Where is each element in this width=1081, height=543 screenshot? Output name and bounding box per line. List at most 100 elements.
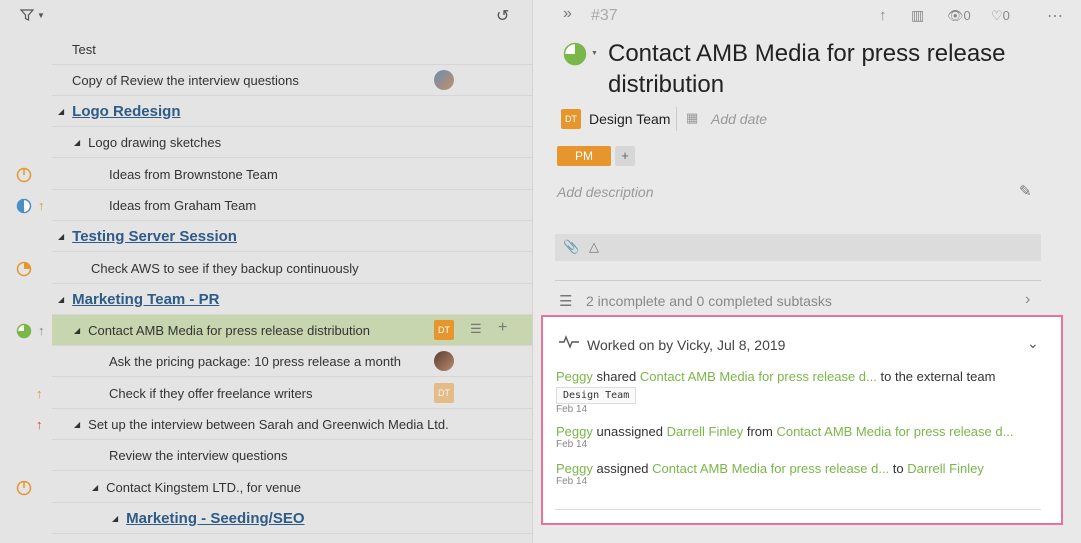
edit-icon[interactable]: ✎ bbox=[1019, 182, 1032, 200]
row-status: ↑ bbox=[16, 409, 43, 440]
add-date[interactable]: Add date bbox=[711, 111, 767, 127]
list-item[interactable]: Review the interview questions bbox=[52, 440, 532, 471]
section-row[interactable]: ◢ Logo Redesign bbox=[52, 96, 532, 127]
subtasks-icon: ☰ bbox=[559, 293, 573, 310]
list-item[interactable]: ◢ Logo drawing sketches bbox=[52, 127, 532, 158]
activity-verb: assigned bbox=[596, 461, 649, 476]
task-title: Check if they offer freelance writers bbox=[109, 385, 313, 401]
section-title[interactable]: Marketing - Seeding/SEO bbox=[126, 510, 304, 527]
task-link[interactable]: Contact AMB Media for press release d... bbox=[640, 369, 877, 384]
subtask-icon[interactable]: ☰ bbox=[470, 321, 482, 337]
list-item[interactable]: Ask the pricing package: 10 press releas… bbox=[52, 346, 532, 377]
add-icon[interactable]: + bbox=[498, 319, 507, 337]
board-icon[interactable]: ▥ bbox=[911, 7, 924, 24]
user-link[interactable]: Peggy bbox=[556, 369, 593, 384]
row-status: ↑ bbox=[16, 378, 43, 409]
views-counter[interactable]: 👁0 bbox=[947, 8, 971, 24]
heart-icon: ♡ bbox=[991, 8, 1003, 23]
activity-item: Peggy unassigned Darrell Finley from Con… bbox=[556, 424, 1036, 450]
collapse-panel-icon[interactable]: » bbox=[563, 5, 572, 23]
collapse-icon[interactable]: ◢ bbox=[58, 295, 64, 304]
task-title: Contact Kingstem LTD., for venue bbox=[106, 479, 302, 495]
collapse-icon[interactable]: ◢ bbox=[112, 514, 118, 523]
list-item[interactable]: Test bbox=[52, 34, 532, 65]
team-tag: Design Team bbox=[556, 387, 637, 404]
section-title[interactable]: Marketing Team - PR bbox=[72, 291, 219, 308]
add-description[interactable]: Add description bbox=[557, 184, 654, 200]
task-title: Copy of Review the interview questions bbox=[72, 72, 299, 88]
progress-icon[interactable] bbox=[563, 42, 587, 66]
user-link[interactable]: Peggy bbox=[556, 461, 593, 476]
list-item[interactable]: ◢ Contact Kingstem LTD., for venue bbox=[52, 472, 532, 503]
section-row[interactable]: ◢ Marketing Team - PR bbox=[52, 284, 532, 315]
task-title: Test bbox=[72, 41, 96, 57]
user-link[interactable]: Darrell Finley bbox=[907, 461, 984, 476]
task-title: Review the interview questions bbox=[109, 447, 288, 463]
tag-pm[interactable]: PM bbox=[557, 146, 611, 166]
list-item[interactable]: Copy of Review the interview questions bbox=[52, 65, 532, 96]
activity-date: Feb 14 bbox=[556, 439, 588, 450]
team-badge: DT bbox=[561, 109, 581, 129]
chevron-right-icon[interactable]: › bbox=[1025, 291, 1030, 309]
collapse-icon[interactable]: ◢ bbox=[58, 107, 64, 116]
list-item[interactable]: ◢ Set up the interview between Sarah and … bbox=[52, 409, 532, 440]
list-item[interactable]: Check if they offer freelance writers DT bbox=[52, 378, 532, 409]
task-title: Check AWS to see if they backup continuo… bbox=[91, 260, 359, 276]
subtasks-summary[interactable]: 2 incomplete and 0 completed subtasks bbox=[586, 293, 832, 309]
team-badge: DT bbox=[434, 383, 454, 403]
chevron-down-icon[interactable]: ⌄ bbox=[1027, 335, 1039, 352]
user-link[interactable]: Peggy bbox=[556, 424, 593, 439]
attachments-bar: 📎 △ bbox=[555, 234, 1041, 261]
list-item[interactable]: Ideas from Brownstone Team bbox=[52, 159, 532, 190]
task-number: #37 bbox=[591, 7, 618, 24]
progress-icon bbox=[16, 480, 32, 495]
avatar bbox=[434, 351, 454, 371]
list-toolbar: ▼ ↺ bbox=[0, 0, 532, 32]
chevron-down-icon: ▼ bbox=[37, 10, 45, 20]
collapse-icon[interactable]: ◢ bbox=[74, 326, 80, 335]
more-icon[interactable]: ⋯ bbox=[1047, 6, 1063, 26]
activity-date: Feb 14 bbox=[556, 404, 588, 415]
chevron-down-icon[interactable]: ▼ bbox=[591, 50, 598, 57]
task-title[interactable]: Contact AMB Media for press release dist… bbox=[608, 38, 1028, 100]
progress-icon bbox=[16, 167, 32, 182]
row-status: ↑ bbox=[16, 190, 45, 221]
task-title: Ideas from Brownstone Team bbox=[109, 166, 278, 182]
views-count: 0 bbox=[963, 8, 971, 23]
filter-button[interactable]: ▼ bbox=[20, 8, 45, 22]
user-link[interactable]: Darrell Finley bbox=[667, 424, 744, 439]
collapse-icon[interactable]: ◢ bbox=[92, 483, 98, 492]
activity-icon bbox=[559, 335, 579, 352]
activity-panel: Worked on by Vicky, Jul 8, 2019 ⌄ Peggy … bbox=[541, 315, 1063, 525]
collapse-icon[interactable]: ◢ bbox=[58, 232, 64, 241]
row-status bbox=[16, 253, 32, 284]
move-up-icon[interactable]: ↑ bbox=[879, 7, 887, 24]
task-title: Ideas from Graham Team bbox=[109, 197, 257, 213]
collapse-icon[interactable]: ◢ bbox=[74, 138, 80, 147]
list-item[interactable]: Check AWS to see if they backup continuo… bbox=[52, 253, 532, 284]
list-item-selected[interactable]: ◢ Contact AMB Media for press release dis… bbox=[52, 315, 532, 346]
task-link[interactable]: Contact AMB Media for press release d... bbox=[776, 424, 1013, 439]
progress-icon bbox=[16, 198, 32, 213]
list-item[interactable]: Ideas from Graham Team bbox=[52, 190, 532, 221]
section-row[interactable]: ◢ Marketing - Seeding/SEO bbox=[52, 503, 532, 534]
row-status: ↑ bbox=[16, 315, 45, 346]
section-row[interactable]: ◢ Testing Server Session bbox=[52, 221, 532, 252]
add-tag-button[interactable]: + bbox=[615, 146, 635, 166]
refresh-icon[interactable]: ↺ bbox=[496, 6, 509, 26]
team-name[interactable]: Design Team bbox=[589, 111, 670, 127]
priority-up-icon: ↑ bbox=[36, 417, 43, 432]
collapse-icon[interactable]: ◢ bbox=[74, 420, 80, 429]
task-title: Set up the interview between Sarah and G… bbox=[88, 416, 449, 432]
divider bbox=[555, 509, 1041, 510]
section-title[interactable]: Testing Server Session bbox=[72, 228, 237, 245]
drive-icon[interactable]: △ bbox=[589, 239, 599, 255]
task-link[interactable]: Contact AMB Media for press release d... bbox=[652, 461, 889, 476]
divider bbox=[555, 280, 1041, 281]
task-title: Ask the pricing package: 10 press releas… bbox=[109, 353, 401, 369]
row-status bbox=[16, 159, 32, 190]
paperclip-icon[interactable]: 📎 bbox=[563, 239, 579, 255]
progress-icon bbox=[16, 323, 32, 338]
likes-counter[interactable]: ♡0 bbox=[991, 8, 1010, 24]
section-title[interactable]: Logo Redesign bbox=[72, 103, 180, 120]
